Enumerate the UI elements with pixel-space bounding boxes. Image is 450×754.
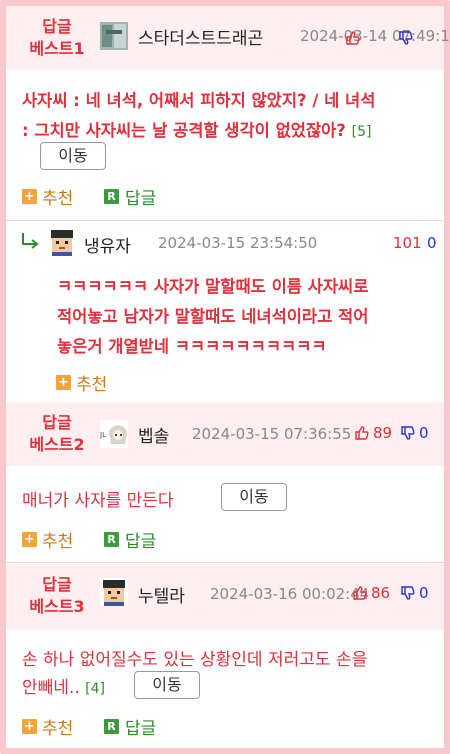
best-badge: 답글 베스트3 [29,575,85,616]
recommend-button[interactable]: + 추천 [22,714,73,739]
thumbs-up-icon[interactable] [344,30,360,50]
anime-girl-avatar-icon: JL [100,420,128,448]
reply-r-icon: R [104,532,119,547]
reply-r-icon: R [104,719,119,734]
recommend-button[interactable]: + 추천 [22,527,73,552]
nickname[interactable]: 누텔라 [138,582,185,607]
divider [6,562,444,563]
comment-date: 2024-03-15 23:54:50 [158,234,318,252]
comment-text: ㅋㅋㅋㅋㅋㅋ 사자가 말할때도 이름 사자씨로 적어놓고 남자가 말할때도 네녀… [57,277,369,356]
reply-count: [4] [85,681,105,697]
avatar[interactable]: JL [100,420,128,448]
downvote-count: 0 [419,584,429,602]
plus-icon: + [56,375,71,390]
nickname[interactable]: 냉유자 [84,232,131,257]
reply-button[interactable]: R 답글 [104,527,156,552]
move-button[interactable]: 이동 [40,142,106,170]
plus-icon: + [22,719,37,734]
avatar[interactable] [100,22,128,50]
move-button[interactable]: 이동 [134,671,200,699]
downvote[interactable]: 0 [400,424,429,442]
comment-date: 2024-03-16 00:02:44 [210,585,370,603]
plus-icon: + [22,532,37,547]
downvote[interactable]: 0 [400,584,429,602]
upvote-count: 86 [371,584,391,602]
recommend-button[interactable]: + 추천 [56,370,107,395]
comment-text: 사자씨 : 네 녀석, 어째서 피하지 않았지? / 네 녀석 : 그치만 사자… [22,91,376,140]
reply-count: [5] [351,124,372,140]
upvote-count: 89 [373,424,393,442]
reply-button[interactable]: R 답글 [104,714,156,739]
best-badge: 답글 베스트1 [29,17,85,58]
upvote-count: 101 [393,234,422,252]
downvote-count: 0 [419,424,429,442]
best-badge: 답글 베스트2 [29,413,85,454]
pixel-face-avatar-icon [48,228,76,256]
avatar[interactable] [100,578,128,606]
pixel-face-avatar-icon [100,578,128,606]
move-button[interactable]: 이동 [221,483,287,511]
svg-text:JL: JL [100,431,106,439]
thumbs-down-icon[interactable] [397,30,413,50]
thumbs-down-icon [401,426,415,440]
avatar[interactable] [48,228,76,256]
reply-r-icon: R [104,189,119,204]
user-avatar-icon [100,22,128,50]
comment-date: 2024-03-15 07:36:55 [192,425,352,443]
nickname[interactable]: 벱솔 [138,422,169,447]
nickname[interactable]: 스타더스트드래곤 [138,24,263,49]
upvote[interactable]: 89 [354,424,392,442]
downvote-count: 0 [427,234,437,252]
comment-date: 2024-03-14 07:49:1 [300,27,450,45]
thumbs-up-icon [355,426,369,440]
reply-button[interactable]: R 답글 [104,184,156,209]
thumbs-down-icon [401,586,415,600]
divider [6,220,444,221]
recommend-button[interactable]: + 추천 [22,184,73,209]
reply-arrow-icon [20,230,42,256]
plus-icon: + [22,189,37,204]
comment-text: 매너가 사자를 만든다 [22,491,174,511]
upvote[interactable]: 86 [352,584,390,602]
thumbs-up-icon [353,586,367,600]
